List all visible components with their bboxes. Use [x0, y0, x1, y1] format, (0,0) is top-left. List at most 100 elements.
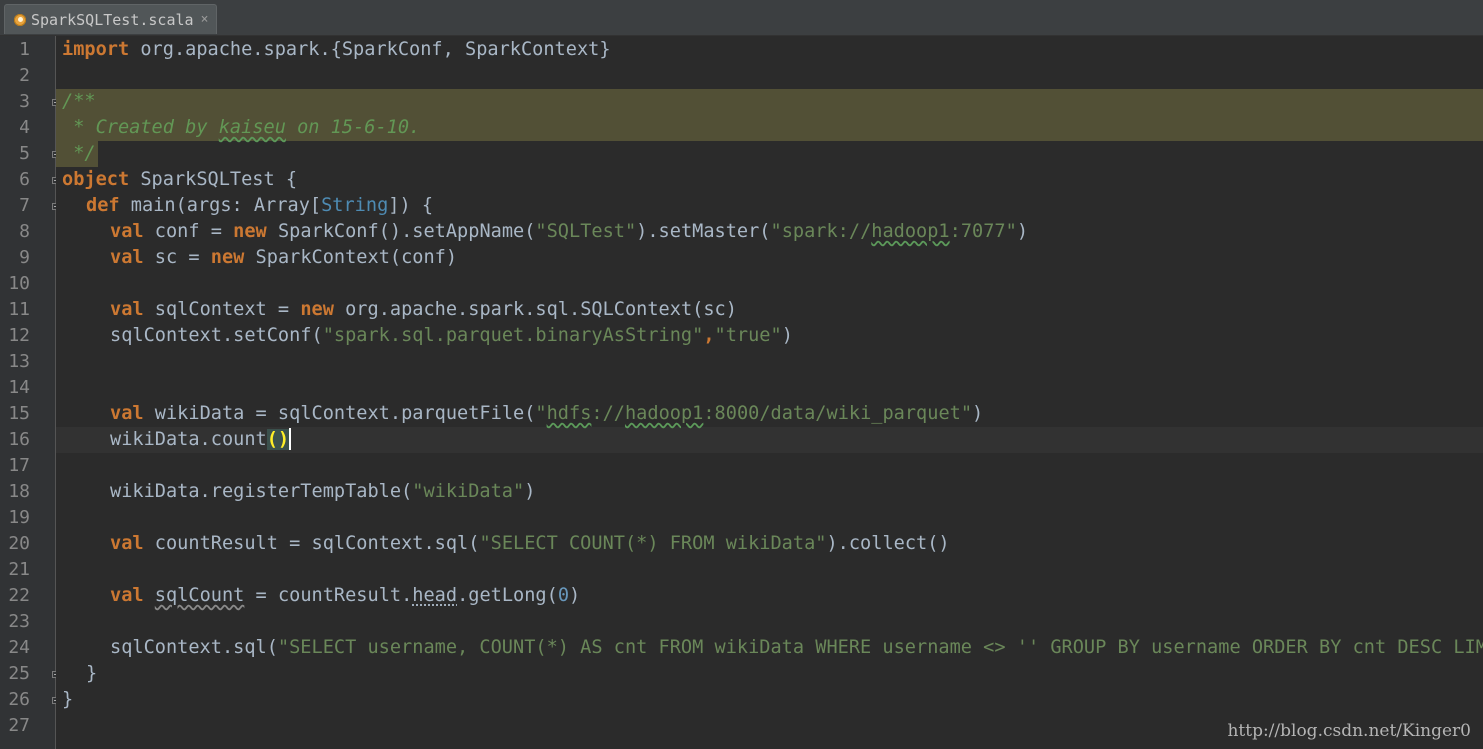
keyword: val [110, 585, 144, 606]
tab-title: SparkSQLTest.scala [31, 10, 194, 29]
code-text: countResult = sqlContext.sql( [143, 533, 480, 554]
code-text: wikiData = sqlContext.parquetFile( [143, 403, 536, 424]
string-literal: "spark.sql.parquet.binaryAsString" [322, 325, 704, 346]
line-number: 7 [19, 195, 30, 216]
code-comma: , [703, 325, 715, 346]
type-name: String [321, 195, 389, 216]
doc-comment: * Created by [62, 117, 219, 138]
code-line-3[interactable]: /** [62, 89, 96, 115]
code-text: ) [781, 325, 793, 346]
keyword: val [110, 221, 144, 242]
keyword: def [86, 195, 120, 216]
code-text: ).collect() [826, 533, 950, 554]
code-line-8[interactable]: val conf = new SparkConf().setAppName("S… [110, 219, 1028, 245]
code-line-9[interactable]: val sc = new SparkContext(conf) [110, 245, 457, 271]
string-literal: hadoop1 [871, 221, 950, 242]
line-number-gutter: 1 2 3 4 5 6 7 8 9 10 11 12 13 14 15 16 1… [0, 36, 59, 749]
line-number: 11 [8, 299, 30, 320]
matched-parentheses: () [266, 429, 290, 450]
doc-comment-author: kaiseu [218, 117, 286, 138]
string-literal: :8000/data/wiki_parquet" [703, 403, 973, 424]
code-line-24[interactable]: sqlContext.sql("SELECT username, COUNT(*… [110, 635, 1483, 661]
text-caret [289, 428, 292, 450]
watermark: http://blog.csdn.net/Kinger0 [1227, 721, 1471, 741]
line-number: 26 [8, 689, 30, 710]
line-number: 4 [19, 117, 30, 138]
keyword: import [62, 39, 130, 60]
code-text-area[interactable]: import org.apache.spark.{SparkConf, Spar… [56, 36, 1483, 749]
line-number: 16 [8, 429, 30, 450]
code-line-20[interactable]: val countResult = sqlContext.sql("SELECT… [110, 531, 950, 557]
code-editor[interactable]: 1 2 3 4 5 6 7 8 9 10 11 12 13 14 15 16 1… [0, 36, 1483, 749]
code-line-1[interactable]: import org.apache.spark.{SparkConf, Spar… [62, 37, 611, 63]
line-number: 19 [8, 507, 30, 528]
code-line-5[interactable]: */ [62, 141, 96, 167]
line-number: 12 [8, 325, 30, 346]
code-text: sqlContext.sql( [110, 637, 278, 658]
code-text: SparkConf().setAppName( [266, 221, 536, 242]
editor-tab-sparksqltest[interactable]: SparkSQLTest.scala × [4, 4, 218, 34]
string-literal: "SQLTest" [535, 221, 637, 242]
line-number: 6 [19, 169, 30, 190]
line-number: 14 [8, 377, 30, 398]
number-literal: 0 [557, 585, 570, 606]
close-tab-icon[interactable]: × [201, 12, 209, 27]
code-text: wikiData.count [110, 429, 267, 450]
closing-brace: } [86, 663, 98, 684]
code-line-7[interactable]: def main(args: Array[String]) { [86, 193, 433, 219]
line-number: 22 [8, 585, 30, 606]
doc-comment-highlight [56, 89, 1483, 115]
keyword: val [110, 403, 144, 424]
closing-brace: } [62, 689, 74, 710]
code-line-12[interactable]: sqlContext.setConf("spark.sql.parquet.bi… [110, 323, 793, 349]
keyword: new [233, 221, 267, 242]
line-number: 10 [8, 273, 30, 294]
code-text: main(args: Array[ [119, 195, 322, 216]
string-literal: "wikiData" [412, 481, 525, 502]
doc-comment: */ [62, 143, 96, 164]
string-literal: :// [591, 403, 625, 424]
code-text: sc = [143, 247, 211, 268]
code-line-16[interactable]: wikiData.count() [110, 427, 292, 453]
code-line-6[interactable]: object SparkSQLTest { [62, 167, 297, 193]
code-text: ) [524, 481, 536, 502]
string-literal: "true" [714, 325, 782, 346]
line-number: 23 [8, 611, 30, 632]
code-text: org.apache.spark.{SparkConf, SparkContex… [129, 39, 611, 60]
code-text: ) [569, 585, 581, 606]
line-number: 24 [8, 637, 30, 658]
code-line-26[interactable]: } [62, 687, 73, 713]
code-line-4[interactable]: * Created by kaiseu on 15-6-10. [62, 115, 420, 141]
line-number: 3 [19, 91, 30, 112]
string-literal: "SELECT username, COUNT(*) AS cnt FROM w… [277, 637, 1483, 658]
keyword: val [110, 247, 144, 268]
code-text: sqlContext.setConf( [110, 325, 323, 346]
scala-file-icon [14, 13, 26, 26]
doc-comment: on 15-6-10. [285, 117, 421, 138]
keyword: object [62, 169, 130, 190]
code-text: org.apache.spark.sql.SQLContext(sc) [333, 299, 737, 320]
line-number: 1 [19, 39, 30, 60]
code-text: = countResult. [244, 585, 413, 606]
code-text: conf = [143, 221, 234, 242]
line-number: 27 [8, 715, 30, 736]
line-number: 18 [8, 481, 30, 502]
code-line-18[interactable]: wikiData.registerTempTable("wikiData") [110, 479, 535, 505]
code-text: ) [1016, 221, 1029, 242]
keyword: new [210, 247, 245, 268]
code-line-11[interactable]: val sqlContext = new org.apache.spark.sq… [110, 297, 737, 323]
line-number: 8 [19, 221, 30, 242]
line-number: 20 [8, 533, 30, 554]
keyword: val [110, 299, 144, 320]
code-line-15[interactable]: val wikiData = sqlContext.parquetFile("h… [110, 401, 983, 427]
line-number: 2 [19, 65, 30, 86]
method-call: head [412, 585, 458, 606]
code-text: wikiData.registerTempTable( [110, 481, 413, 502]
line-number: 13 [8, 351, 30, 372]
doc-comment: /** [62, 91, 96, 112]
string-literal: "SELECT COUNT(*) FROM wikiData" [479, 533, 827, 554]
code-line-25[interactable]: } [86, 661, 97, 687]
code-line-22[interactable]: val sqlCount = countResult.head.getLong(… [110, 583, 580, 609]
code-text: .getLong( [457, 585, 558, 606]
